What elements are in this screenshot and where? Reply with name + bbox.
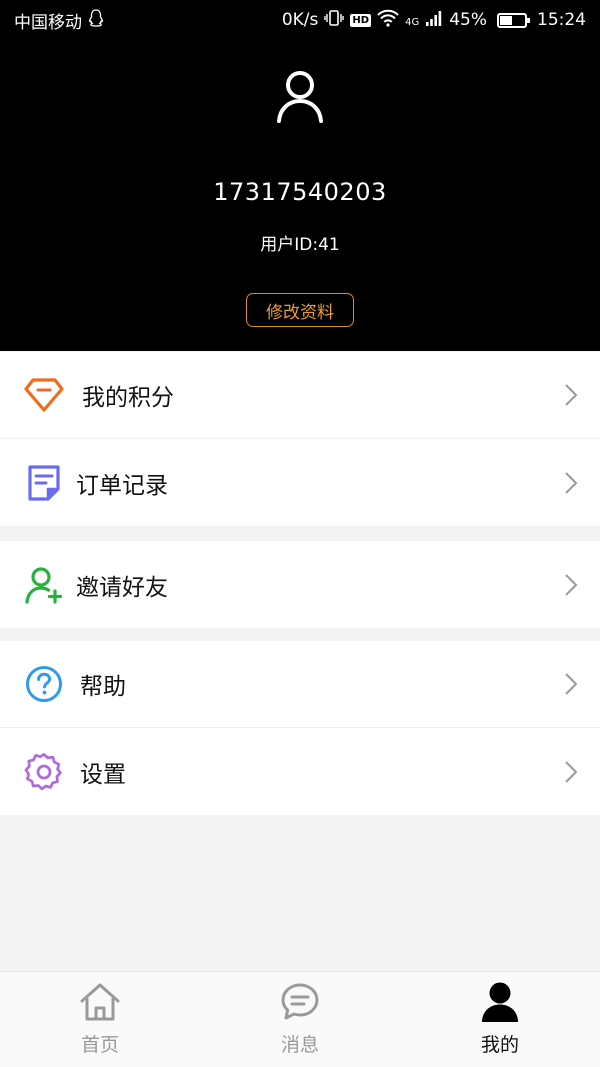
user-icon	[478, 980, 522, 1024]
wifi-icon	[377, 9, 399, 32]
menu-item-help[interactable]: 帮助	[0, 641, 600, 728]
speed-label: 0K/s	[281, 10, 319, 30]
menu-label-invite: 邀请好友	[76, 574, 168, 601]
menu-item-invite[interactable]: 邀请好友	[0, 541, 600, 628]
tab-label-profile: 我的	[480, 1034, 519, 1056]
gear-icon	[24, 752, 64, 792]
vibrate-icon	[324, 9, 345, 32]
hd-badge: HD	[350, 13, 372, 27]
tab-label-messages: 消息	[280, 1034, 319, 1056]
signal-icon	[425, 9, 443, 32]
tab-profile[interactable]: 我的	[400, 972, 600, 1067]
diamond-icon	[24, 375, 64, 415]
carrier-label: 中国移动	[14, 12, 82, 33]
avatar-icon[interactable]	[276, 68, 324, 124]
qq-icon	[88, 8, 104, 32]
menu-item-points[interactable]: 我的积分	[0, 352, 600, 439]
chevron-right-icon	[565, 760, 578, 783]
bottom-tab-bar: 首页 消息 我的	[0, 971, 600, 1067]
menu-label-orders: 订单记录	[76, 472, 168, 499]
phone-number: 17317540203	[213, 178, 387, 206]
menu-group-2: 邀请好友	[0, 541, 600, 628]
battery-icon	[497, 12, 530, 28]
tab-label-home: 首页	[80, 1034, 119, 1056]
menu-group-1: 我的积分 订单记录	[0, 352, 600, 526]
add-user-icon	[24, 565, 64, 605]
help-icon	[24, 664, 64, 704]
menu-label-settings: 设置	[80, 761, 126, 788]
network-label: 4G	[405, 16, 420, 28]
tab-home[interactable]: 首页	[0, 972, 200, 1067]
chevron-right-icon	[565, 573, 578, 596]
menu-group-3: 帮助 设置	[0, 641, 600, 815]
chevron-right-icon	[565, 384, 578, 406]
chevron-right-icon	[565, 673, 578, 695]
menu-label-points: 我的积分	[82, 385, 174, 411]
menu-label-help: 帮助	[80, 674, 126, 700]
tab-messages[interactable]: 消息	[200, 972, 400, 1067]
chevron-right-icon	[565, 471, 578, 494]
profile-header: 17317540203 用户ID:41 修改资料	[0, 40, 600, 351]
document-icon	[24, 463, 64, 503]
menu-item-orders[interactable]: 订单记录	[0, 439, 600, 526]
home-icon	[78, 980, 122, 1024]
clock: 15:24	[537, 10, 586, 30]
message-icon	[278, 980, 322, 1024]
status-bar: 中国移动 0K/s HD 4G 45% 15:24	[0, 0, 600, 40]
edit-profile-button[interactable]: 修改资料	[246, 293, 354, 327]
battery-percent: 45%	[449, 10, 487, 30]
menu-item-settings[interactable]: 设置	[0, 728, 600, 815]
user-id: 用户ID:41	[260, 235, 340, 255]
